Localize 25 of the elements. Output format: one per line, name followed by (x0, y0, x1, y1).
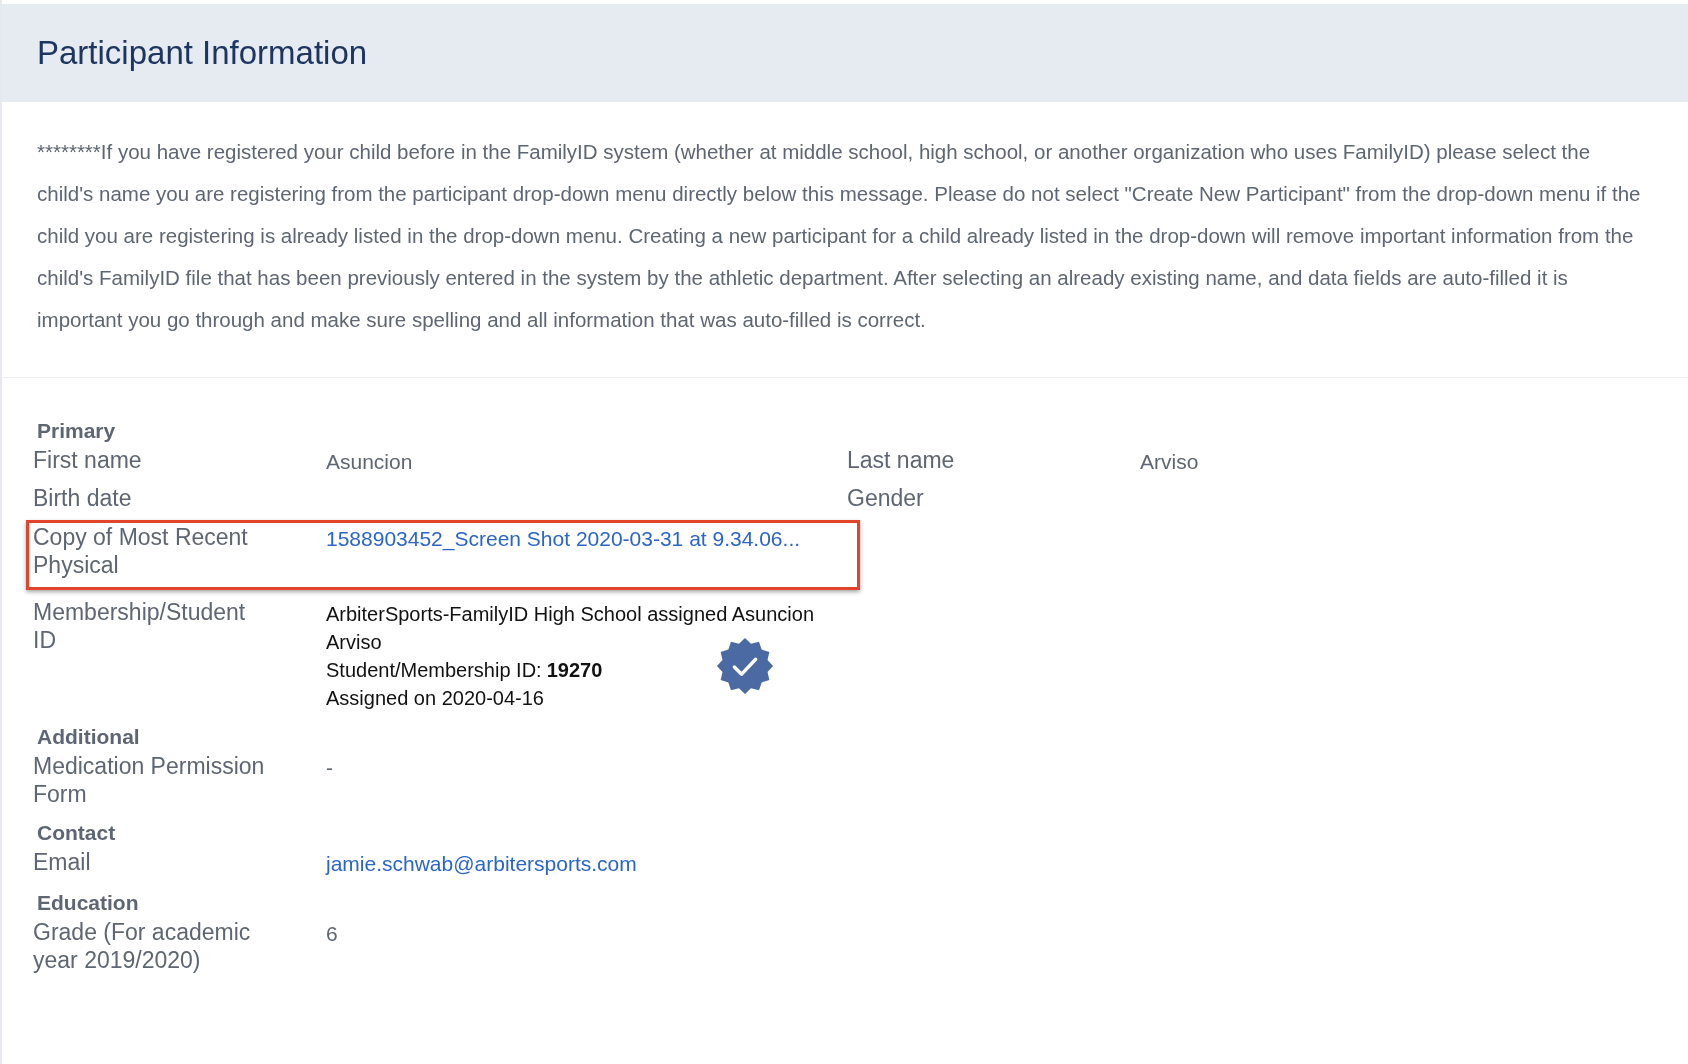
id-value: 19270 (546, 659, 603, 681)
field-label: First name (33, 446, 143, 475)
field-label: Membership/Student ID (33, 598, 247, 655)
section-heading: Additional (36, 724, 141, 750)
file-link[interactable]: jamie.schwab@arbitersports.com (326, 852, 637, 875)
field-label: Birth date (33, 484, 133, 512)
field-label: Gender (847, 484, 925, 512)
field-value: - (326, 756, 333, 779)
field-value: Arviso (1140, 450, 1199, 473)
section-heading: Education (36, 890, 140, 916)
file-link[interactable]: 1588903452_Screen Shot 2020-03-31 at 9.34.06... (326, 527, 801, 550)
field-label: Grade (For academic year 2019/2020) (33, 918, 252, 974)
page-title: Participant Information (37, 34, 368, 72)
field-value: Asuncion (326, 450, 413, 473)
section-heading: Primary (36, 418, 117, 444)
section-heading: Contact (36, 820, 117, 846)
field-label: Medication Permission Form (33, 752, 266, 808)
id-label: Student/Membership ID: (326, 659, 542, 681)
assigned-text: ArbiterSports-FamilyID High School assigned Asuncion Arviso (326, 602, 815, 655)
field-value: 6 (326, 922, 338, 945)
field-label: Email (33, 848, 92, 877)
assigned-date: Assigned on 2020-04-16 (326, 686, 545, 711)
field-label: Copy of Most Recent Physical (33, 523, 249, 579)
field-label: Last name (847, 446, 956, 475)
notice-text: ********If you have registered your child before in the FamilyID system (whether at middle school, high school, or another organization who uses FamilyID) please select the child's name you are registering from the participant drop-down menu directly below this message. Please do not select "Create New Participant" from the drop-down menu if the child you are registering is already listed in the drop-down menu. Creating a new participant for a child already listed in the drop-down will remove important information from the child's FamilyID file that has been previously entered in the system by the athletic department. After selecting an already existing name, and data fields are auto-filled it is important you go through and make sure spelling and all information that was auto-filled is correct. (36, 139, 1642, 333)
